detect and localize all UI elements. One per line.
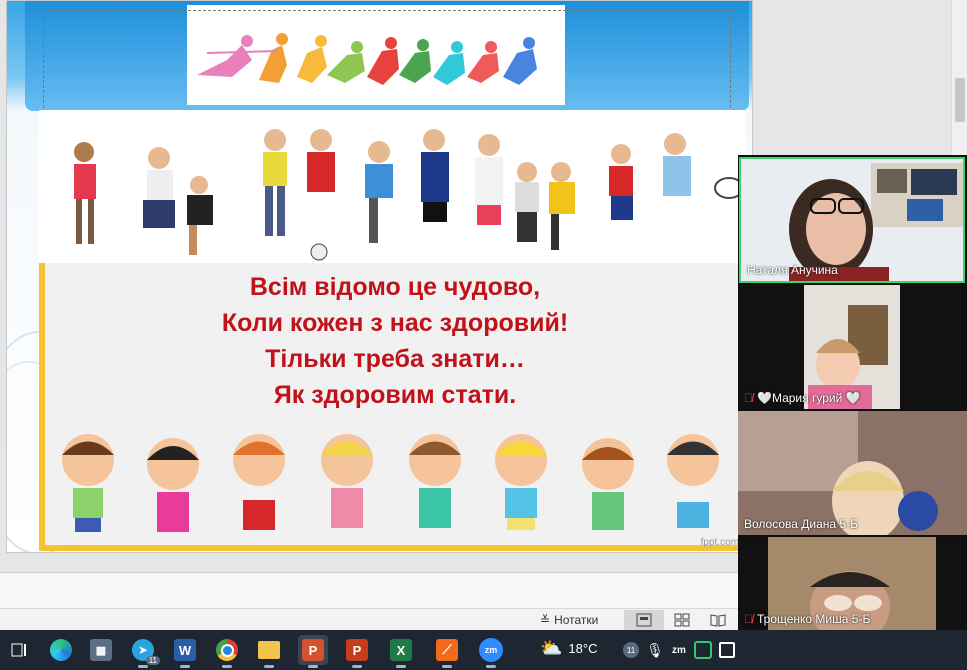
poem-line: Всім відомо це чудово, [249, 273, 541, 301]
poem-line: Як здоровим стати. [273, 381, 517, 409]
participant-tile[interactable]: 🎙̸ Трощенко Миша 5-Б [738, 537, 967, 630]
zoom-icon: zm [479, 638, 503, 662]
powerpoint-button[interactable]: P [298, 635, 328, 668]
microphone-icon: 🎙 [646, 641, 664, 658]
microphone-tray-button[interactable]: 🎙 [644, 635, 666, 665]
powerpoint-icon: P [302, 639, 324, 661]
folder-icon [258, 641, 280, 659]
status-bar: ≚ Нотатки [0, 608, 738, 631]
weather-temperature: 18°C [568, 641, 598, 656]
participant-name-text: Трощенко Миша 5-Б [757, 612, 871, 626]
tray-badge-button[interactable]: 11 [620, 635, 642, 665]
chrome-button[interactable] [212, 635, 242, 668]
slide-sorter-icon [674, 613, 690, 627]
tray-green-app-button[interactable] [692, 635, 714, 665]
taskbar: ▦ ➤ 11 W P P X ⟋ zm ⛅ 18°C 11 🎙 zm [0, 630, 967, 670]
telegram-badge: 11 [145, 656, 160, 665]
excel-icon: X [390, 639, 412, 661]
poem-line: Тільки треба знати… [265, 345, 525, 373]
zoom-tray-button[interactable]: zm [668, 635, 690, 665]
muted-mic-icon: 🎙̸ [744, 612, 753, 626]
zoom-button[interactable]: zm [476, 635, 506, 668]
watermark-text: fppt.com [700, 537, 739, 548]
notes-toggle-button[interactable]: ≚ Нотатки [540, 611, 598, 629]
partly-cloudy-icon: ⛅ [540, 638, 563, 658]
participant-name: 🎙̸ Трощенко Миша 5-Б [744, 612, 870, 626]
powerpoint-button-2[interactable]: P [342, 635, 372, 668]
tray-square-icon [719, 642, 735, 658]
tray-app-icon: 11 [623, 642, 639, 658]
scrollbar-thumb[interactable] [955, 78, 965, 122]
participant-name: Волосова Диана 5-Б [744, 517, 858, 531]
participant-name: Наталя Анучина [747, 263, 838, 277]
healthy-kids-picture[interactable]: Всім відомо це чудово, Коли кожен з нас … [39, 110, 751, 551]
sports-silhouettes-image[interactable] [187, 5, 565, 105]
notes-pane[interactable] [0, 572, 738, 609]
chrome-icon [216, 639, 238, 661]
slide-app-button[interactable]: ⟋ [432, 635, 462, 668]
edge-button[interactable] [46, 635, 76, 665]
weather-widget[interactable]: ⛅ 18°C [540, 638, 597, 659]
task-view-button[interactable] [4, 635, 34, 665]
green-app-icon [694, 641, 712, 659]
participant-name: 🎙̸ 🤍Мария гурий 🤍 [744, 391, 861, 405]
notes-label: Нотатки [554, 613, 599, 627]
participant-tile[interactable]: 🎙̸ 🤍Мария гурий 🤍 [738, 285, 967, 409]
orange-app-icon: ⟋ [436, 639, 458, 661]
normal-view-icon [636, 613, 652, 627]
notes-icon: ≚ [540, 613, 551, 627]
holding-hands-kids [43, 430, 735, 545]
video-gallery[interactable]: Наталя Анучина 🎙̸ 🤍Мария гурий 🤍 Волосова… [738, 155, 967, 630]
edge-icon [50, 639, 72, 661]
telegram-button[interactable]: ➤ 11 [128, 635, 160, 668]
file-explorer-button[interactable] [254, 635, 284, 668]
book-icon [710, 614, 726, 627]
sports-kids-strip [39, 110, 745, 265]
powerpoint-icon: P [346, 639, 368, 661]
word-icon: W [174, 639, 196, 661]
participant-tile[interactable]: Волосова Диана 5-Б [738, 411, 967, 535]
participant-tile[interactable]: Наталя Анучина [739, 157, 965, 283]
normal-view-button[interactable] [624, 610, 664, 630]
task-view-icon [11, 643, 26, 657]
participant-name-text: 🤍Мария гурий 🤍 [757, 391, 861, 405]
slide-sorter-button[interactable] [662, 610, 702, 630]
muted-mic-icon: 🎙̸ [744, 391, 753, 405]
poem-line: Коли кожен з нас здоровий! [221, 309, 569, 337]
excel-button[interactable]: X [386, 635, 416, 668]
word-button[interactable]: W [170, 635, 200, 668]
zoom-tray-icon: zm [672, 644, 686, 656]
slide[interactable]: Всім відомо це чудово, Коли кожен з нас … [6, 0, 753, 553]
tray-app-button[interactable] [716, 635, 738, 665]
calculator-icon: ▦ [90, 639, 112, 661]
calculator-button[interactable]: ▦ [86, 635, 116, 665]
reading-view-button[interactable] [698, 610, 738, 630]
